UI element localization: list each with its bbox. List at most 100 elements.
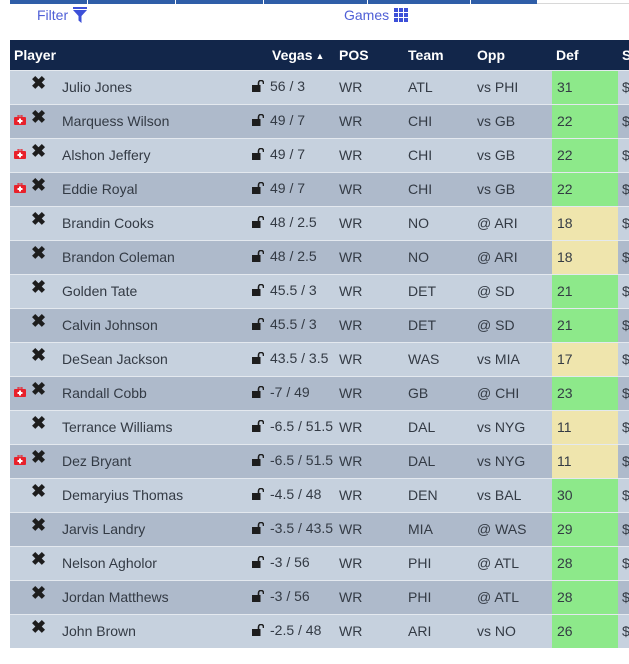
player-name[interactable]: Julio Jones [62,70,251,105]
player-name[interactable]: Demaryius Thomas [62,478,251,513]
nav-tab[interactable] [10,0,87,4]
table-row[interactable]: ✖ Brandin Cooks 48 / 2.5 WR NO @ ARI 18 … [10,206,629,241]
remove-player-icon[interactable]: ✖ [31,584,46,602]
unlock-icon[interactable] [252,488,265,500]
table-row[interactable]: ✖ Brandon Coleman 48 / 2.5 WR NO @ ARI 1… [10,240,629,275]
table-row[interactable]: ✖ Julio Jones 56 / 3 WR ATL vs PHI 31 $ [10,70,629,105]
unlock-icon[interactable] [252,148,265,160]
games-button[interactable]: Games [344,7,409,23]
player-name[interactable]: Marquess Wilson [62,104,251,139]
unlock-icon[interactable] [252,216,265,228]
player-name[interactable]: DeSean Jackson [62,342,251,377]
vegas-line: 49 / 7 [270,112,306,128]
nav-tab[interactable] [471,0,537,4]
player-name[interactable]: Brandon Coleman [62,240,251,275]
player-position: WR [339,308,409,343]
table-row[interactable]: ✖ Terrance Williams -6.5 / 51.5 WR DAL v… [10,410,629,445]
table-row[interactable]: ✖ Demaryius Thomas -4.5 / 48 WR DEN vs B… [10,478,629,513]
table-row[interactable]: ✖ DeSean Jackson 43.5 / 3.5 WR WAS vs MI… [10,342,629,377]
remove-player-icon[interactable]: ✖ [31,244,46,262]
player-name[interactable]: Calvin Johnson [62,308,251,343]
nav-tab[interactable] [368,0,470,4]
unlock-icon[interactable] [252,318,265,330]
player-name[interactable]: Golden Tate [62,274,251,309]
player-name[interactable]: Randall Cobb [62,376,251,411]
table-row[interactable]: ✖ Calvin Johnson 45.5 / 3 WR DET @ SD 21… [10,308,629,343]
unlock-icon[interactable] [252,556,265,568]
player-name[interactable]: Jarvis Landry [62,512,251,547]
player-opponent: @ SD [477,308,553,343]
remove-player-icon[interactable]: ✖ [31,380,46,398]
unlock-icon[interactable] [252,114,265,126]
table-row[interactable]: ✖ Nelson Agholor -3 / 56 WR PHI @ ATL 28… [10,546,629,581]
vegas-line: 49 / 7 [270,146,306,162]
remove-player-icon[interactable]: ✖ [31,516,46,534]
player-salary: $ [618,478,629,513]
table-row[interactable]: ✖ John Brown -2.5 / 48 WR ARI vs NO 26 $ [10,614,629,648]
player-position: WR [339,376,409,411]
remove-player-icon[interactable]: ✖ [31,108,46,126]
unlock-icon[interactable] [252,250,265,262]
unlock-icon[interactable] [252,590,265,602]
table-row[interactable]: ✖ Jordan Matthews -3 / 56 WR PHI @ ATL 2… [10,580,629,615]
unlock-icon[interactable] [252,624,265,636]
column-header-def[interactable]: Def [552,40,619,71]
player-opponent: vs GB [477,172,553,207]
remove-player-icon[interactable]: ✖ [31,618,46,636]
filter-button[interactable]: Filter [37,7,88,23]
player-team: CHI [408,104,478,139]
nav-tab[interactable] [176,0,263,4]
unlock-icon[interactable] [252,420,265,432]
remove-player-icon[interactable]: ✖ [31,346,46,364]
defense-rank: 11 [552,444,619,479]
unlock-icon[interactable] [252,182,265,194]
vegas-line: 43.5 / 3.5 [270,350,329,366]
player-salary: $ [618,444,629,479]
column-header-salary[interactable]: S [618,40,629,71]
column-header-pos[interactable]: POS [339,40,409,71]
remove-player-icon[interactable]: ✖ [31,414,46,432]
unlock-icon[interactable] [252,522,265,534]
player-position: WR [339,104,409,139]
player-name[interactable]: Alshon Jeffery [62,138,251,173]
remove-player-icon[interactable]: ✖ [31,142,46,160]
nav-tab[interactable] [88,0,175,4]
player-name[interactable]: Dez Bryant [62,444,251,479]
player-name[interactable]: Brandin Cooks [62,206,251,241]
defense-rank: 21 [552,274,619,309]
table-row[interactable]: ✖ Eddie Royal 49 / 7 WR CHI vs GB 22 $ [10,172,629,207]
column-header-team[interactable]: Team [408,40,478,71]
remove-player-icon[interactable]: ✖ [31,278,46,296]
unlock-icon[interactable] [252,454,265,466]
table-row[interactable]: ✖ Alshon Jeffery 49 / 7 WR CHI vs GB 22 … [10,138,629,173]
column-header-player[interactable]: Player [10,40,251,71]
player-name[interactable]: Nelson Agholor [62,546,251,581]
unlock-icon[interactable] [252,284,265,296]
table-row[interactable]: ✖ Dez Bryant -6.5 / 51.5 WR DAL vs NYG 1… [10,444,629,479]
unlock-icon[interactable] [252,80,265,92]
remove-player-icon[interactable]: ✖ [31,550,46,568]
player-position: WR [339,138,409,173]
table-row[interactable]: ✖ Marquess Wilson 49 / 7 WR CHI vs GB 22… [10,104,629,139]
player-name[interactable]: Eddie Royal [62,172,251,207]
table-row[interactable]: ✖ Jarvis Landry -3.5 / 43.5 WR MIA @ WAS… [10,512,629,547]
table-row[interactable]: ✖ Golden Tate 45.5 / 3 WR DET @ SD 21 $ [10,274,629,309]
nav-tab[interactable] [264,0,367,4]
player-name[interactable]: Jordan Matthews [62,580,251,615]
table-row[interactable]: ✖ Randall Cobb -7 / 49 WR GB @ CHI 23 $ [10,376,629,411]
unlock-icon[interactable] [252,386,265,398]
remove-player-icon[interactable]: ✖ [31,482,46,500]
player-name[interactable]: Terrance Williams [62,410,251,445]
player-name[interactable]: John Brown [62,614,251,648]
column-header-vegas[interactable]: Vegas ▲ [250,40,340,71]
player-salary: $ [618,308,629,343]
unlock-icon[interactable] [252,352,265,364]
remove-player-icon[interactable]: ✖ [31,74,46,92]
remove-player-icon[interactable]: ✖ [31,312,46,330]
remove-player-icon[interactable]: ✖ [31,448,46,466]
player-team: ATL [408,70,478,105]
player-position: WR [339,512,409,547]
column-header-opp[interactable]: Opp [477,40,553,71]
remove-player-icon[interactable]: ✖ [31,210,46,228]
remove-player-icon[interactable]: ✖ [31,176,46,194]
